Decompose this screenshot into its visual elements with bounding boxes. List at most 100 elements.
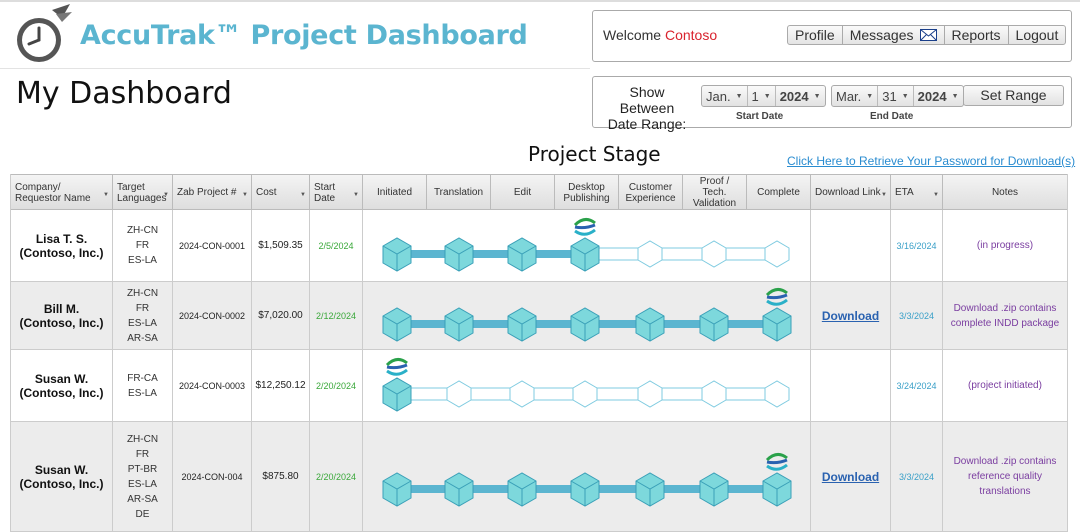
stage-pending-hex-icon — [764, 240, 790, 268]
languages-cell: ZH-CN FR ES-LA AR-SA — [113, 282, 173, 349]
col-languages[interactable]: Target Languages ▼ — [113, 175, 173, 210]
chevron-down-icon: ▼ — [763, 92, 771, 100]
notes-line: reference quality — [968, 471, 1042, 482]
requestor-company: (Contoso, Inc.) — [19, 315, 104, 330]
download-cell — [811, 350, 891, 421]
language-code: ES-LA — [128, 317, 157, 329]
start-day-select[interactable]: 1 ▼ — [748, 86, 776, 106]
end-year-select[interactable]: 2024 ▼ — [914, 86, 963, 106]
profile-button[interactable]: Profile — [788, 26, 843, 44]
col-company[interactable]: Company/ Requestor Name ▼ — [11, 175, 113, 210]
requestor-name: Bill M. — [43, 301, 80, 316]
notes-line: complete INDD package — [950, 317, 1060, 329]
eta-value: 3/3/2024 — [891, 422, 943, 531]
start-month-value: Jan. — [706, 88, 731, 104]
set-range-button[interactable]: Set Range — [963, 85, 1064, 106]
download-cell — [811, 210, 891, 281]
language-code: ES-LA — [128, 255, 157, 266]
col-stage-initiated: Initiated — [363, 175, 427, 210]
start-date-select: Jan. ▼ 1 ▼ 2024 ▼ — [701, 85, 826, 107]
requestor-cell: Lisa T. S. (Contoso, Inc.) — [11, 210, 113, 281]
chevron-down-icon: ▼ — [933, 192, 939, 198]
current-stage-marker-icon — [765, 288, 788, 306]
project-number: 2024-CON-004 — [173, 422, 252, 531]
download-cell: Download — [811, 282, 891, 349]
welcome-user: Contoso — [664, 27, 718, 43]
cost-value: $875.80 — [252, 422, 310, 531]
project-number: 2024-CON-0002 — [173, 282, 252, 349]
start-date-caption: Start Date — [736, 111, 784, 122]
language-code: PT-BR — [127, 463, 158, 475]
top-border — [0, 0, 1080, 2]
stage-progress-track — [382, 358, 790, 412]
col-start[interactable]: Start Date ▼ — [310, 175, 363, 210]
stage-pending-hex-icon — [637, 380, 663, 408]
download-link[interactable]: Download — [822, 309, 879, 323]
stage-cube-icon — [444, 237, 474, 272]
chevron-down-icon: ▼ — [242, 192, 248, 198]
language-code: AR-SA — [127, 493, 158, 505]
stage-cube-icon — [762, 472, 792, 507]
requestor-block: Susan W. (Contoso, Inc.) — [20, 463, 104, 491]
table-row: Susan W. (Contoso, Inc.) FR-CA ES-LA 2024-CO… — [11, 350, 1067, 422]
col-cost-label: Cost — [256, 187, 277, 198]
col-download[interactable]: Download Link ▼ — [811, 175, 891, 210]
chevron-down-icon: ▼ — [951, 92, 959, 100]
stage-pending-hex-icon — [701, 240, 727, 268]
stage-pending-hex-icon — [446, 380, 472, 408]
notes-cell: Download .zip contains complete INDD pack… — [943, 282, 1067, 349]
language-code: ZH-CN — [126, 433, 159, 445]
col-cost[interactable]: Cost ▼ — [252, 175, 310, 210]
eta-value: 3/16/2024 — [891, 210, 943, 281]
end-date-select: Mar. ▼ 31 ▼ 2024 ▼ — [831, 85, 964, 107]
end-month-select[interactable]: Mar. ▼ — [832, 86, 879, 106]
logout-button[interactable]: Logout — [1009, 26, 1066, 44]
table-row: Susan W. (Contoso, Inc.) ZH-CN FR PT-BR ES-LA… — [11, 422, 1067, 532]
start-year-select[interactable]: 2024 ▼ — [776, 86, 825, 106]
requestor-name: Susan W. — [34, 371, 89, 386]
stage-cube-icon — [382, 307, 412, 342]
envelope-icon — [919, 29, 937, 41]
project-number: 2024-CON-0001 — [173, 210, 252, 281]
projects-table: Company/ Requestor Name ▼ Target Language… — [10, 174, 1068, 532]
chevron-down-icon: ▼ — [813, 92, 821, 100]
col-project[interactable]: Zab Project # ▼ — [173, 175, 252, 210]
chevron-down-icon: ▼ — [300, 192, 306, 198]
retrieve-password-link[interactable]: Click Here to Retrieve Your Password for… — [787, 154, 1075, 168]
col-company-label: Company/ Requestor Name — [15, 181, 91, 204]
start-year-value: 2024 — [779, 88, 809, 104]
current-stage-marker-icon — [573, 218, 596, 236]
notes-text: (in progress) — [977, 238, 1033, 253]
chevron-down-icon: ▼ — [103, 192, 109, 198]
stage-cube-icon — [507, 307, 537, 342]
col-stage-complete: Complete — [747, 175, 811, 210]
project-stage-title: Project Stage — [528, 142, 661, 166]
end-day-select[interactable]: 31 ▼ — [878, 86, 914, 106]
language-code: ES-LA — [128, 478, 157, 490]
start-month-select[interactable]: Jan. ▼ — [702, 86, 748, 106]
page-title: My Dashboard — [16, 76, 232, 111]
current-stage-marker-icon — [385, 358, 408, 376]
reports-button[interactable]: Reports — [945, 26, 1009, 44]
table-row: Lisa T. S. (Contoso, Inc.) ZH-CN FR ES-LA 202… — [11, 210, 1067, 282]
end-year-value: 2024 — [917, 88, 947, 104]
stage-cube-icon — [507, 237, 537, 272]
stage-cube-icon — [762, 307, 792, 342]
header-divider — [0, 68, 590, 69]
col-eta[interactable]: ETA ▼ — [891, 175, 943, 210]
col-languages-label: Target Languages — [117, 181, 167, 204]
download-link[interactable]: Download — [822, 470, 879, 484]
end-day-value: 31 — [882, 88, 897, 104]
col-stage-translation: Translation — [427, 175, 491, 210]
notes-line: Download .zip contains — [953, 302, 1057, 314]
chevron-down-icon: ▼ — [163, 192, 169, 198]
start-day-value: 1 — [751, 88, 759, 104]
languages-cell: ZH-CN FR ES-LA — [113, 210, 173, 281]
messages-button[interactable]: Messages — [843, 26, 945, 44]
start-date-value: 2/5/2024 — [310, 210, 363, 281]
eta-value: 3/24/2024 — [891, 350, 943, 421]
notes-cell: (project initiated) — [943, 350, 1067, 421]
stage-pending-hex-icon — [764, 380, 790, 408]
requestor-cell: Susan W. (Contoso, Inc.) — [11, 422, 113, 531]
table-header: Company/ Requestor Name ▼ Target Language… — [11, 174, 1067, 210]
